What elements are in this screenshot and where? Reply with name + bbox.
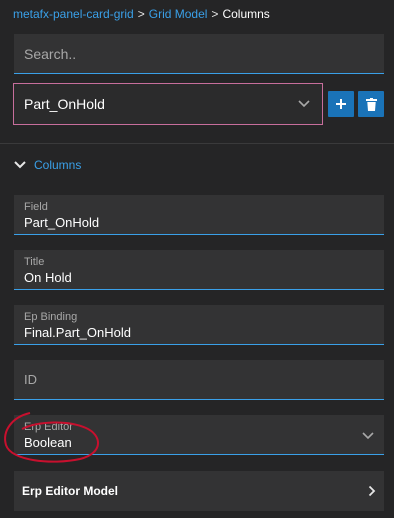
breadcrumb-link-panel-card-grid[interactable]: metafx-panel-card-grid bbox=[13, 7, 134, 21]
breadcrumb-separator: > bbox=[137, 7, 145, 21]
breadcrumb: metafx-panel-card-grid > Grid Model > Column… bbox=[13, 6, 270, 22]
erp-editor-model-row[interactable]: Erp Editor Model bbox=[14, 471, 384, 511]
breadcrumb-link-grid-model[interactable]: Grid Model bbox=[149, 7, 208, 21]
chevron-down-icon bbox=[14, 161, 26, 169]
field-value: Part_OnHold bbox=[24, 215, 100, 230]
erp-editor-select[interactable]: Erp Editor Boolean bbox=[14, 415, 384, 455]
columns-section-toggle[interactable]: Columns bbox=[14, 156, 81, 174]
chevron-down-icon bbox=[362, 427, 374, 445]
breadcrumb-separator: > bbox=[211, 7, 219, 21]
add-column-button[interactable] bbox=[328, 91, 354, 117]
erp-editor-value: Boolean bbox=[24, 435, 72, 450]
chevron-down-icon bbox=[296, 96, 312, 112]
field-label: Field bbox=[24, 201, 48, 213]
trash-icon bbox=[365, 97, 377, 111]
title-label: Title bbox=[24, 256, 45, 268]
ep-binding-value: Final.Part_OnHold bbox=[24, 325, 131, 340]
id-input[interactable]: ID bbox=[14, 360, 384, 400]
breadcrumb-current: Columns bbox=[222, 7, 270, 21]
ep-binding-label: Ep Binding bbox=[24, 311, 78, 323]
ep-binding-input[interactable]: Ep Binding Final.Part_OnHold bbox=[14, 305, 384, 345]
column-select-value: Part_OnHold bbox=[24, 96, 105, 112]
chevron-right-icon bbox=[368, 485, 376, 497]
title-input[interactable]: Title On Hold bbox=[14, 250, 384, 290]
search-box bbox=[14, 34, 384, 74]
delete-column-button[interactable] bbox=[358, 91, 384, 117]
erp-editor-model-label: Erp Editor Model bbox=[22, 484, 118, 498]
title-value: On Hold bbox=[24, 270, 72, 285]
erp-editor-label: Erp Editor bbox=[24, 421, 73, 433]
search-input[interactable] bbox=[14, 34, 384, 73]
plus-icon bbox=[336, 99, 346, 109]
divider bbox=[0, 143, 394, 144]
column-select[interactable]: Part_OnHold bbox=[13, 83, 323, 125]
field-input[interactable]: Field Part_OnHold bbox=[14, 195, 384, 235]
section-title: Columns bbox=[34, 158, 82, 172]
id-placeholder: ID bbox=[24, 372, 37, 387]
